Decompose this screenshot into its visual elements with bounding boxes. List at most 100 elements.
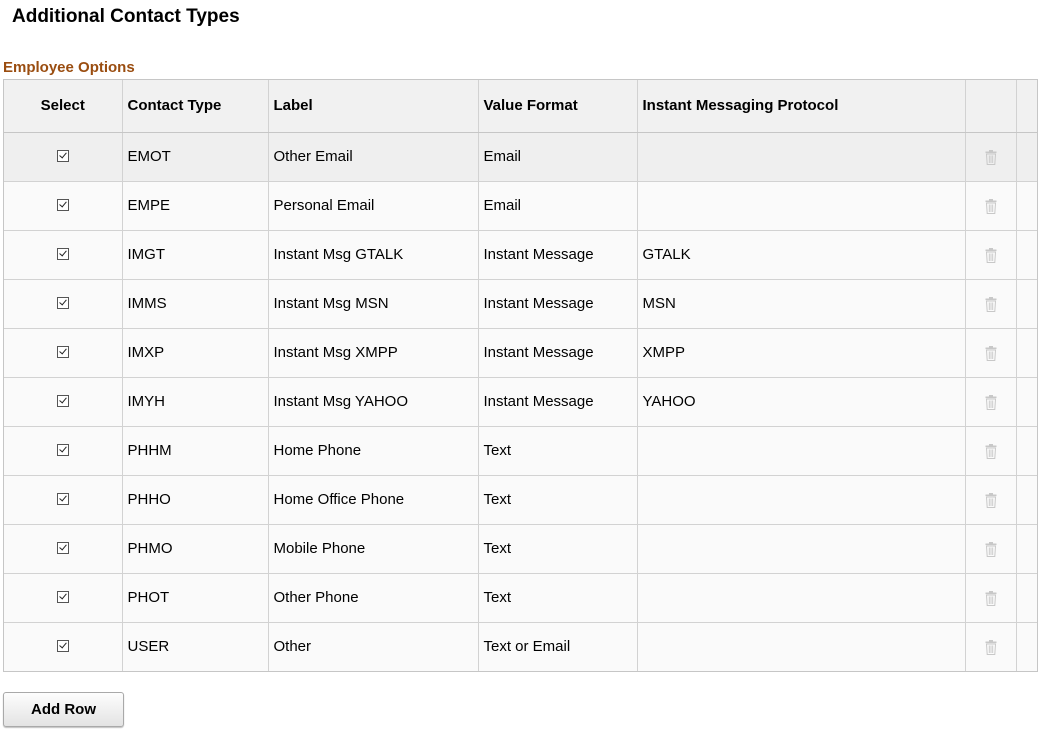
cell-blank (1016, 426, 1037, 475)
add-row-button[interactable]: Add Row (3, 692, 124, 727)
cell-value-format: Email (478, 132, 637, 181)
trash-icon[interactable] (985, 444, 997, 459)
select-checkbox[interactable] (57, 542, 69, 554)
table-row: IMYHInstant Msg YAHOOInstant MessageYAHO… (4, 377, 1037, 426)
cell-select (4, 377, 122, 426)
cell-delete (965, 524, 1016, 573)
header-contact-type[interactable]: Contact Type (122, 80, 268, 132)
cell-contact-type: EMOT (122, 132, 268, 181)
trash-icon[interactable] (985, 150, 997, 165)
table-row: PHMOMobile PhoneText (4, 524, 1037, 573)
cell-value-format: Instant Message (478, 328, 637, 377)
cell-contact-type: IMMS (122, 279, 268, 328)
cell-im-protocol: GTALK (637, 230, 965, 279)
select-checkbox[interactable] (57, 640, 69, 652)
cell-contact-type: PHMO (122, 524, 268, 573)
table-row: PHOTOther PhoneText (4, 573, 1037, 622)
cell-label: Home Phone (268, 426, 478, 475)
header-select[interactable]: Select (4, 80, 122, 132)
cell-label: Instant Msg MSN (268, 279, 478, 328)
cell-im-protocol (637, 573, 965, 622)
trash-icon[interactable] (985, 395, 997, 410)
header-blank (1016, 80, 1037, 132)
cell-select (4, 181, 122, 230)
cell-label: Instant Msg YAHOO (268, 377, 478, 426)
cell-select (4, 279, 122, 328)
cell-delete (965, 622, 1016, 671)
cell-blank (1016, 328, 1037, 377)
cell-select (4, 328, 122, 377)
cell-contact-type: IMGT (122, 230, 268, 279)
table-row: USEROtherText or Email (4, 622, 1037, 671)
select-checkbox[interactable] (57, 248, 69, 260)
contact-types-grid: Select Contact Type Label Value Format I… (3, 79, 1038, 672)
header-label[interactable]: Label (268, 80, 478, 132)
cell-value-format: Instant Message (478, 279, 637, 328)
cell-delete (965, 279, 1016, 328)
trash-icon[interactable] (985, 591, 997, 606)
select-checkbox[interactable] (57, 150, 69, 162)
cell-im-protocol: MSN (637, 279, 965, 328)
cell-label: Instant Msg GTALK (268, 230, 478, 279)
cell-im-protocol: XMPP (637, 328, 965, 377)
cell-select (4, 573, 122, 622)
cell-contact-type: PHHO (122, 475, 268, 524)
contact-types-table: Select Contact Type Label Value Format I… (4, 80, 1037, 671)
cell-delete (965, 181, 1016, 230)
table-body: EMOTOther EmailEmailEMPEPersonal EmailEm… (4, 132, 1037, 671)
cell-delete (965, 132, 1016, 181)
table-row: PHHMHome PhoneText (4, 426, 1037, 475)
cell-contact-type: IMXP (122, 328, 268, 377)
trash-icon[interactable] (985, 346, 997, 361)
trash-icon[interactable] (985, 199, 997, 214)
cell-value-format: Text (478, 573, 637, 622)
cell-contact-type: PHOT (122, 573, 268, 622)
select-checkbox[interactable] (57, 444, 69, 456)
select-checkbox[interactable] (57, 346, 69, 358)
cell-select (4, 475, 122, 524)
cell-delete (965, 377, 1016, 426)
cell-blank (1016, 377, 1037, 426)
select-checkbox[interactable] (57, 199, 69, 211)
cell-im-protocol (637, 132, 965, 181)
cell-delete (965, 426, 1016, 475)
trash-icon[interactable] (985, 248, 997, 263)
cell-contact-type: EMPE (122, 181, 268, 230)
cell-blank (1016, 279, 1037, 328)
header-delete (965, 80, 1016, 132)
cell-label: Other Phone (268, 573, 478, 622)
page-title: Additional Contact Types (12, 5, 240, 29)
cell-value-format: Email (478, 181, 637, 230)
cell-contact-type: PHHM (122, 426, 268, 475)
trash-icon[interactable] (985, 542, 997, 557)
cell-delete (965, 328, 1016, 377)
cell-contact-type: IMYH (122, 377, 268, 426)
cell-select (4, 524, 122, 573)
select-checkbox[interactable] (57, 297, 69, 309)
cell-blank (1016, 132, 1037, 181)
trash-icon[interactable] (985, 640, 997, 655)
cell-label: Instant Msg XMPP (268, 328, 478, 377)
header-value-format[interactable]: Value Format (478, 80, 637, 132)
cell-blank (1016, 475, 1037, 524)
select-checkbox[interactable] (57, 395, 69, 407)
cell-delete (965, 573, 1016, 622)
table-row: PHHOHome Office PhoneText (4, 475, 1037, 524)
cell-blank (1016, 573, 1037, 622)
cell-im-protocol (637, 181, 965, 230)
cell-select (4, 230, 122, 279)
select-checkbox[interactable] (57, 591, 69, 603)
cell-label: Other Email (268, 132, 478, 181)
trash-icon[interactable] (985, 297, 997, 312)
cell-blank (1016, 181, 1037, 230)
cell-value-format: Text or Email (478, 622, 637, 671)
header-im-protocol[interactable]: Instant Messaging Protocol (637, 80, 965, 132)
trash-icon[interactable] (985, 493, 997, 508)
cell-im-protocol (637, 475, 965, 524)
cell-im-protocol (637, 622, 965, 671)
table-header-row: Select Contact Type Label Value Format I… (4, 80, 1037, 132)
select-checkbox[interactable] (57, 493, 69, 505)
table-row: EMPEPersonal EmailEmail (4, 181, 1037, 230)
cell-select (4, 132, 122, 181)
cell-label: Other (268, 622, 478, 671)
